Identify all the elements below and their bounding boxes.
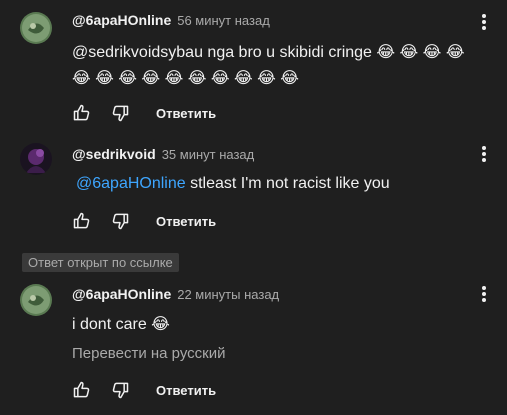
avatar[interactable] xyxy=(20,143,52,175)
comment-text-line: @sedrikvoidsybau nga bro u skibidi cring… xyxy=(72,44,465,61)
linked-comment-badge: Ответ открыт по ссылке xyxy=(22,253,179,272)
comment-time[interactable]: 35 минут назад xyxy=(162,147,255,162)
comment-author[interactable]: @sedrikvoid xyxy=(72,146,156,162)
more-options-icon[interactable] xyxy=(474,284,494,304)
like-icon[interactable] xyxy=(72,380,92,400)
comment-text: i dont care 😂 xyxy=(72,316,170,333)
comment-author[interactable]: @6apaHOnline xyxy=(72,286,171,302)
mention-link[interactable]: @6apaHOnline xyxy=(76,175,186,192)
comment-actions: Ответить xyxy=(72,101,216,125)
avatar-image xyxy=(20,12,52,44)
comment-actions: Ответить xyxy=(72,209,216,233)
avatar-image xyxy=(20,284,52,316)
reply-button[interactable]: Ответить xyxy=(156,383,216,398)
like-icon[interactable] xyxy=(72,103,92,123)
comment-actions: Ответить xyxy=(72,378,216,402)
comment-author[interactable]: @6apaHOnline xyxy=(72,12,171,28)
translate-link[interactable]: Перевести на русский xyxy=(72,345,226,362)
dislike-icon[interactable] xyxy=(110,380,130,400)
dislike-icon[interactable] xyxy=(110,211,130,231)
dislike-icon[interactable] xyxy=(110,103,130,123)
comment-text: @sedrikvoidsybau nga bro u skibidi cring… xyxy=(72,40,465,92)
like-icon[interactable] xyxy=(72,211,92,231)
more-options-icon[interactable] xyxy=(474,12,494,32)
more-options-icon[interactable] xyxy=(474,144,494,164)
comment-text-line: stleast I'm not racist like you xyxy=(190,175,390,192)
comment-time[interactable]: 22 минуты назад xyxy=(177,287,279,302)
avatar[interactable] xyxy=(20,284,52,316)
comment-time[interactable]: 56 минут назад xyxy=(177,13,270,28)
comment-text: @6apaHOnline stleast I'm not racist like… xyxy=(76,171,390,197)
avatar[interactable] xyxy=(20,12,52,44)
reply-button[interactable]: Ответить xyxy=(156,106,216,121)
reply-button[interactable]: Ответить xyxy=(156,214,216,229)
avatar-image xyxy=(20,143,52,175)
comment-text-line: 😂 😂 😂 😂 😂 😂 😂 😂 😂 😂 xyxy=(72,70,299,87)
